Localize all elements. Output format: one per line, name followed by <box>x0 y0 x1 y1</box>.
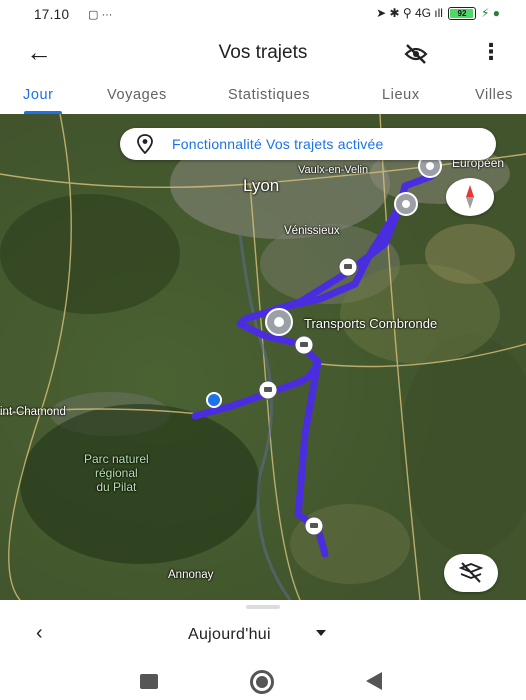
status-right-group: ➤ ✱ ⚲ 4G ıll 92 ⚡ ● <box>376 6 500 20</box>
drag-handle[interactable] <box>246 605 280 609</box>
charging-icon: ⚡ ● <box>480 6 500 20</box>
tab-bar: Jour Voyages Statistiques Lieux Villes <box>0 78 526 114</box>
map-label-annonay: Annonay <box>168 569 214 581</box>
compass-button[interactable] <box>446 178 494 216</box>
map-view[interactable]: Lyon Vaulx-en-Velin Européen Vénissieux … <box>0 114 526 600</box>
date-selector[interactable]: Aujourd'hui <box>188 626 271 644</box>
tab-lieux[interactable]: Lieux <box>382 87 420 103</box>
arrow-drop-down-icon[interactable] <box>316 630 326 636</box>
map-label-venissieux: Vénissieux <box>284 225 340 237</box>
tab-statistiques[interactable]: Statistiques <box>228 87 310 103</box>
notification-icons: ▢ ··· <box>88 9 113 21</box>
compass-icon <box>466 185 474 209</box>
map-label-vaulx: Vaulx-en-Velin <box>298 164 369 176</box>
hide-route-button[interactable] <box>444 554 498 592</box>
more-vert-icon[interactable]: ⋮ <box>480 38 502 66</box>
home-circle-icon[interactable] <box>250 670 274 694</box>
status-bar: 17.10 ▢ ··· ➤ ✱ ⚲ 4G ıll 92 ⚡ ● <box>0 0 526 30</box>
map-label-transports: Transports Combronde <box>304 316 438 331</box>
location-off-icon[interactable] <box>402 40 430 68</box>
map-label-saint-chamond: int-Chamond <box>0 406 66 418</box>
location-pin-icon <box>137 134 153 154</box>
system-nav-bar <box>0 666 526 700</box>
chevron-left-icon[interactable]: ‹ <box>36 622 43 645</box>
signal-icons: ➤ ✱ ⚲ 4G ıll <box>376 6 443 20</box>
tab-villes[interactable]: Villes <box>475 87 513 103</box>
feature-enabled-chip[interactable]: Fonctionnalité Vos trajets activée <box>120 128 496 160</box>
chip-text: Fonctionnalité Vos trajets activée <box>172 136 384 152</box>
tab-voyages[interactable]: Voyages <box>107 87 167 103</box>
status-time: 17.10 <box>34 7 70 22</box>
tab-jour[interactable]: Jour <box>23 87 54 103</box>
back-triangle-icon[interactable] <box>366 672 382 690</box>
map-label-parc: Parc naturel régional du Pilat <box>84 452 149 494</box>
current-location-dot <box>206 392 222 408</box>
battery-level: 92 <box>457 8 467 18</box>
hide-route-icon <box>458 562 484 583</box>
app-bar: ← Vos trajets ⋮ <box>0 30 526 76</box>
battery-icon: 92 <box>447 6 476 20</box>
recents-square-icon[interactable] <box>140 674 158 689</box>
map-label-lyon: Lyon <box>243 176 280 195</box>
page-title: Vos trajets <box>218 42 308 63</box>
